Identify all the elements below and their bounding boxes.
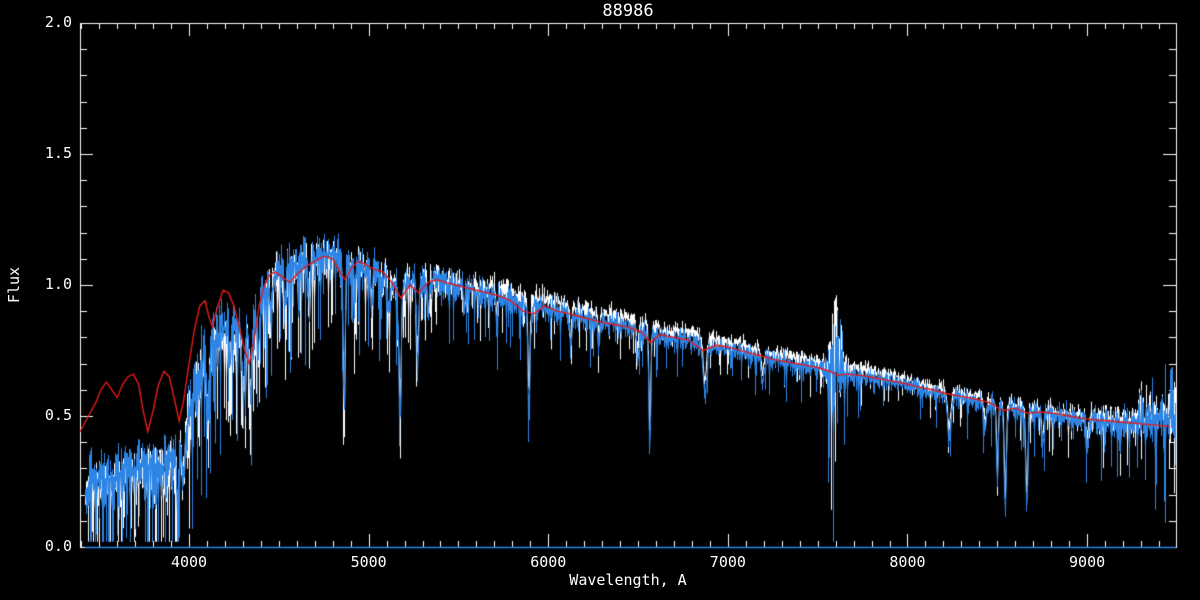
x-tick-label: 7000 [709, 553, 746, 571]
y-tick-label: 1.5 [44, 144, 72, 162]
x-tick-label: 4000 [170, 553, 208, 571]
x-tick-label: 9000 [1069, 553, 1106, 571]
x-axis-label: Wavelength, A [569, 571, 687, 589]
y-tick-label: 0.0 [44, 537, 72, 555]
y-tick-label: 2.0 [44, 13, 72, 31]
chart-title: 88986 [602, 1, 654, 21]
x-tick-label: 6000 [530, 553, 567, 571]
x-tick-label: 8000 [889, 553, 926, 571]
spectrum-chart-window: 88986 Wavelength, A Flux 4000 5000 6000 700… [0, 0, 1200, 600]
spectrum-plot-canvas [0, 0, 1200, 600]
y-tick-label: 1.0 [44, 275, 72, 293]
y-tick-label: 0.5 [44, 406, 72, 424]
x-tick-label: 5000 [350, 553, 387, 571]
